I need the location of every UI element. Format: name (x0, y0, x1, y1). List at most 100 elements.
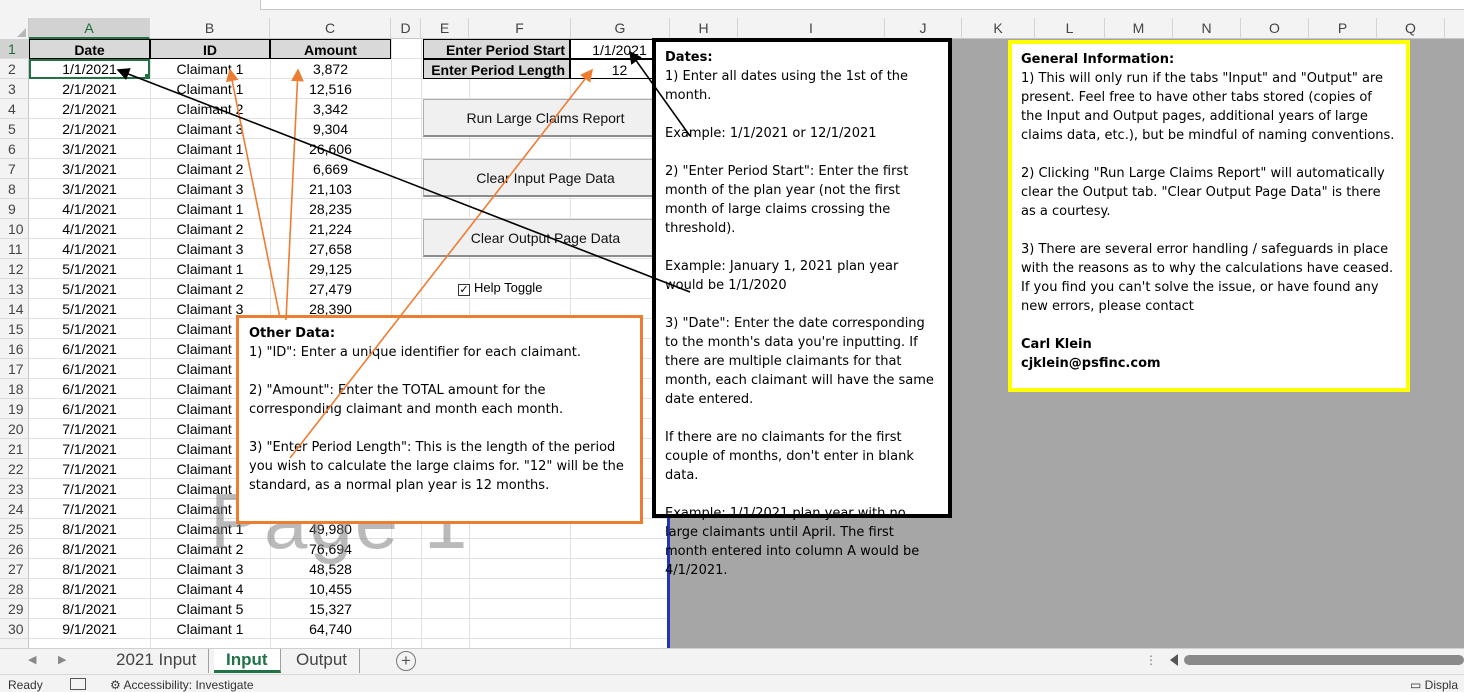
clear-output-page-data-button[interactable]: Clear Output Page Data (423, 219, 669, 257)
dates-note[interactable]: Dates: 1) Enter all dates using the 1st o… (652, 38, 952, 578)
date-cell[interactable]: 2/1/2021 (29, 99, 150, 119)
date-cell[interactable]: 7/1/2021 (29, 499, 150, 519)
general-information-note[interactable]: General Information: 1) This will only ru… (1008, 40, 1410, 392)
row-header[interactable]: 28 (0, 579, 29, 599)
date-cell[interactable]: 6/1/2021 (29, 359, 150, 379)
row-header[interactable]: 13 (0, 279, 29, 299)
accessibility-status[interactable]: ⚙ Accessibility: Investigate (110, 678, 254, 692)
row-header[interactable]: 6 (0, 139, 29, 159)
amount-cell[interactable]: 28,235 (270, 199, 391, 219)
column-header-e[interactable]: E (421, 18, 469, 39)
amount-cell[interactable]: 3,342 (270, 99, 391, 119)
date-cell[interactable]: 7/1/2021 (29, 439, 150, 459)
id-cell[interactable]: Claimant 2 (150, 159, 270, 179)
date-cell[interactable]: 4/1/2021 (29, 199, 150, 219)
scroll-tabs-left-icon[interactable]: ◀ (28, 653, 36, 666)
row-header[interactable]: 20 (0, 419, 29, 439)
date-cell[interactable]: 2/1/2021 (29, 79, 150, 99)
date-cell[interactable]: 1/1/2021 (29, 59, 150, 79)
row-header[interactable]: 11 (0, 239, 29, 259)
date-cell[interactable]: 5/1/2021 (29, 299, 150, 319)
amount-cell[interactable]: 64,740 (270, 619, 391, 639)
row-header[interactable]: 12 (0, 259, 29, 279)
row-header[interactable]: 7 (0, 159, 29, 179)
select-all-corner[interactable] (0, 18, 29, 39)
row-header[interactable]: 15 (0, 319, 29, 339)
date-cell[interactable]: 5/1/2021 (29, 319, 150, 339)
date-cell[interactable]: 6/1/2021 (29, 339, 150, 359)
column-header-g[interactable]: G (571, 18, 670, 39)
date-cell[interactable]: 8/1/2021 (29, 579, 150, 599)
amount-cell[interactable]: 12,516 (270, 79, 391, 99)
clear-input-page-data-button[interactable]: Clear Input Page Data (423, 159, 669, 197)
date-cell[interactable]: 6/1/2021 (29, 399, 150, 419)
id-cell[interactable]: Claimant 1 (150, 199, 270, 219)
date-cell[interactable]: 6/1/2021 (29, 379, 150, 399)
row-header[interactable]: 23 (0, 479, 29, 499)
row-header[interactable]: 27 (0, 559, 29, 579)
amount-cell[interactable]: 26,606 (270, 139, 391, 159)
hscroll-left-arrow-icon[interactable] (1170, 654, 1178, 666)
date-cell[interactable]: 7/1/2021 (29, 419, 150, 439)
column-header-o[interactable]: O (1241, 18, 1309, 39)
date-cell[interactable]: 4/1/2021 (29, 219, 150, 239)
column-header-d[interactable]: D (391, 18, 421, 39)
date-cell[interactable]: 8/1/2021 (29, 599, 150, 619)
id-cell[interactable]: Claimant 5 (150, 599, 270, 619)
row-header[interactable]: 24 (0, 499, 29, 519)
id-cell[interactable]: Claimant 1 (150, 259, 270, 279)
display-settings[interactable]: ▭ Displa (1410, 678, 1458, 692)
date-cell[interactable]: 2/1/2021 (29, 119, 150, 139)
row-header[interactable]: 5 (0, 119, 29, 139)
date-cell[interactable]: 7/1/2021 (29, 459, 150, 479)
amount-cell[interactable]: 15,327 (270, 599, 391, 619)
amount-cell[interactable]: 3,872 (270, 59, 391, 79)
row-header[interactable]: 19 (0, 399, 29, 419)
date-cell[interactable]: 8/1/2021 (29, 559, 150, 579)
id-cell[interactable]: Claimant 2 (150, 219, 270, 239)
row-header[interactable]: 1 (0, 39, 29, 59)
column-header-b[interactable]: B (150, 18, 270, 39)
date-cell[interactable]: 3/1/2021 (29, 139, 150, 159)
amount-cell[interactable]: 21,224 (270, 219, 391, 239)
header-date[interactable]: Date (29, 39, 150, 59)
tab-input[interactable]: Input (214, 649, 281, 673)
tab-output[interactable]: Output (284, 649, 361, 673)
formula-input[interactable] (260, 0, 1464, 10)
date-cell[interactable]: 3/1/2021 (29, 159, 150, 179)
tab-2021-input[interactable]: 2021 Input (104, 649, 210, 673)
amount-cell[interactable]: 27,479 (270, 279, 391, 299)
row-header[interactable]: 21 (0, 439, 29, 459)
horizontal-scrollbar[interactable] (1184, 655, 1464, 665)
id-cell[interactable]: Claimant 3 (150, 119, 270, 139)
column-header-i[interactable]: I (738, 18, 885, 39)
row-header[interactable]: 16 (0, 339, 29, 359)
column-header-l[interactable]: L (1035, 18, 1105, 39)
row-header[interactable]: 17 (0, 359, 29, 379)
scroll-tabs-right-icon[interactable]: ▶ (58, 653, 66, 666)
column-header-q[interactable]: Q (1377, 18, 1445, 39)
row-header[interactable]: 22 (0, 459, 29, 479)
add-sheet-icon[interactable]: + (396, 651, 416, 671)
column-header-k[interactable]: K (962, 18, 1035, 39)
header-id[interactable]: ID (150, 39, 270, 59)
row-header[interactable]: 8 (0, 179, 29, 199)
id-cell[interactable]: Claimant 1 (150, 59, 270, 79)
row-header[interactable]: 9 (0, 199, 29, 219)
date-cell[interactable]: 5/1/2021 (29, 259, 150, 279)
amount-cell[interactable]: 10,455 (270, 579, 391, 599)
date-cell[interactable]: 3/1/2021 (29, 179, 150, 199)
row-header[interactable]: 2 (0, 59, 29, 79)
checkbox-checked-icon[interactable]: ✓ (458, 284, 470, 296)
date-cell[interactable]: 7/1/2021 (29, 479, 150, 499)
row-header[interactable]: 4 (0, 99, 29, 119)
row-header[interactable]: 18 (0, 379, 29, 399)
amount-cell[interactable]: 21,103 (270, 179, 391, 199)
other-data-note[interactable]: Other Data: 1) "ID": Enter a unique ident… (236, 315, 643, 524)
row-header[interactable]: 30 (0, 619, 29, 639)
tab-splitter-icon[interactable]: ⋮ (1145, 653, 1157, 667)
date-cell[interactable]: 5/1/2021 (29, 279, 150, 299)
contact-email[interactable]: cjklein@psfinc.com (1021, 356, 1161, 371)
date-cell[interactable]: 9/1/2021 (29, 619, 150, 639)
id-cell[interactable]: Claimant 1 (150, 79, 270, 99)
